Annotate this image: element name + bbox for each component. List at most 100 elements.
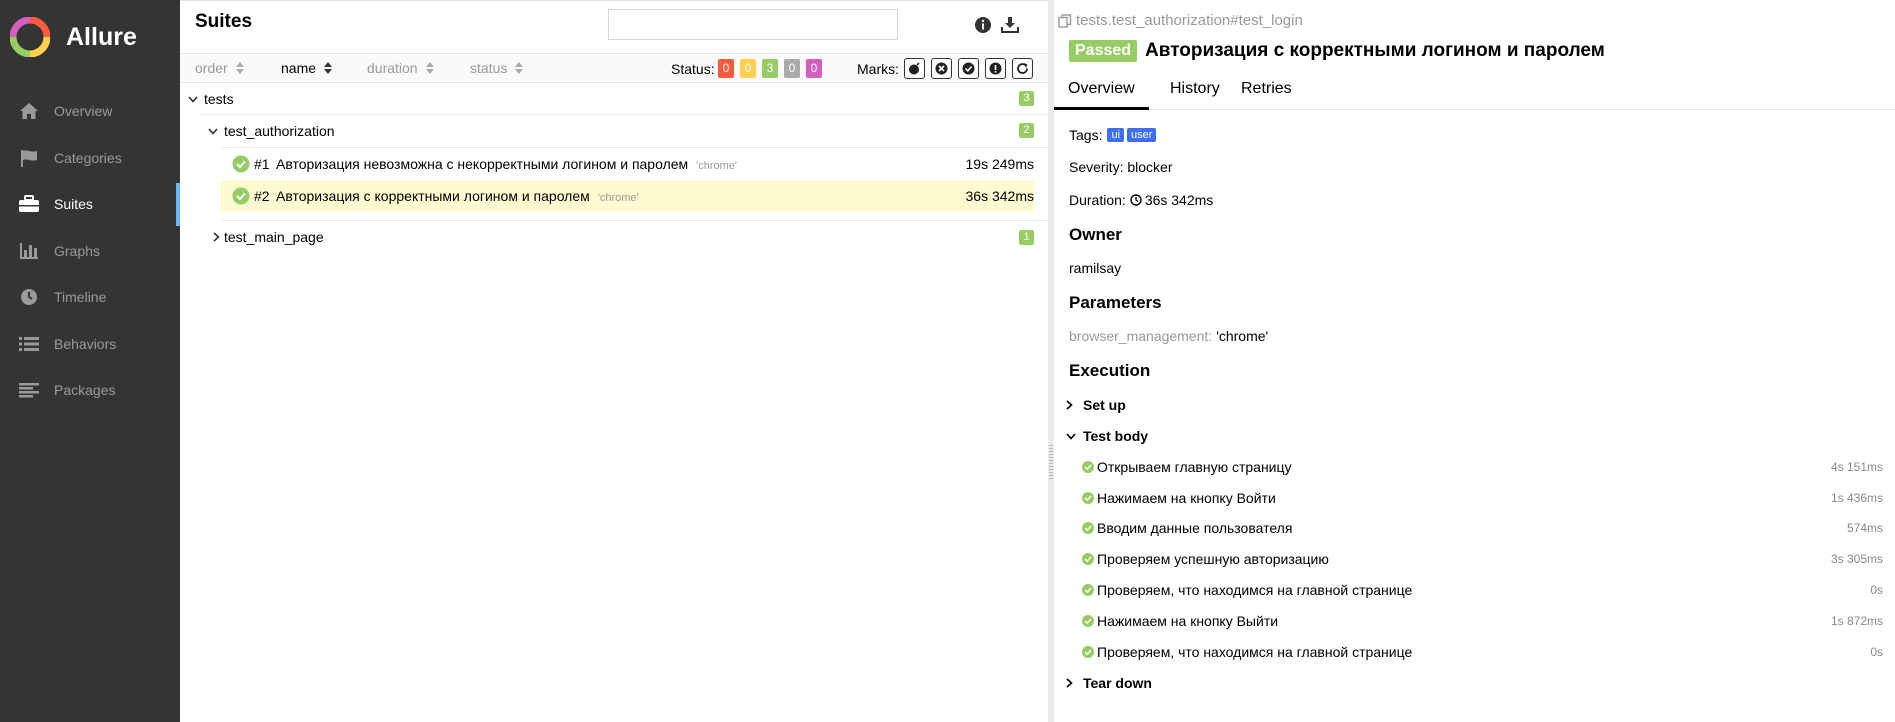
check-circle-icon <box>1082 584 1094 596</box>
tree-node-test-main-page[interactable]: test_main_page 1 <box>180 221 1048 253</box>
tree-node-test-authorization[interactable]: test_authorization 2 <box>180 115 1048 147</box>
flag-icon <box>18 147 40 169</box>
info-icon <box>975 17 991 33</box>
splitter-grip-icon[interactable] <box>1049 445 1053 479</box>
sort-duration[interactable]: duration <box>367 60 434 76</box>
parameter-key: browser_management: <box>1069 328 1213 344</box>
chevron-down-icon <box>187 93 199 105</box>
clock-icon <box>1130 194 1142 206</box>
tree-node-tests[interactable]: tests 3 <box>180 84 1048 114</box>
list-icon <box>18 333 40 355</box>
status-broken-toggle[interactable]: 0 <box>740 59 756 78</box>
tag-badge[interactable]: user <box>1127 128 1157 142</box>
step-name: Вводим данные пользователя <box>1097 520 1293 536</box>
sidebar-nav: Overview Categories Suites Graphs Timeli… <box>0 88 180 414</box>
step-row[interactable]: Нажимаем на кнопку Войти 1s 436ms <box>1082 490 1889 506</box>
test-param: 'chrome' <box>696 159 738 172</box>
tree-node-count: 3 <box>1019 91 1034 106</box>
step-duration: 0s <box>1870 583 1883 597</box>
brand[interactable]: Allure <box>10 16 137 58</box>
search-input[interactable] <box>608 9 898 40</box>
sort-order-label: order <box>195 60 228 76</box>
sidebar-item-suites[interactable]: Suites <box>0 181 180 228</box>
step-row[interactable]: Проверяем успешную авторизацию 3s 305ms <box>1082 551 1889 567</box>
sort-icon <box>235 62 244 74</box>
test-row-selected[interactable]: #2 Авторизация с корректными логином и п… <box>220 180 1034 211</box>
exclamation-circle-icon <box>989 62 1002 75</box>
sidebar-item-behaviors[interactable]: Behaviors <box>0 321 180 368</box>
setup-label: Set up <box>1083 397 1126 413</box>
copy-icon[interactable] <box>1058 13 1072 28</box>
status-badge: Passed <box>1069 40 1138 62</box>
step-row[interactable]: Вводим данные пользователя 574ms <box>1082 520 1889 536</box>
owner-heading: Owner <box>1069 225 1122 244</box>
brand-name: Allure <box>66 22 137 51</box>
page-title: Suites <box>195 11 253 32</box>
chevron-right-icon <box>1066 400 1078 410</box>
owner-value: ramilsay <box>1069 260 1122 276</box>
sort-order[interactable]: order <box>195 60 244 76</box>
step-duration: 1s 436ms <box>1830 491 1883 505</box>
status-skipped-toggle[interactable]: 0 <box>784 59 800 78</box>
step-name: Нажимаем на кнопку Выйти <box>1097 613 1279 629</box>
teardown-toggle[interactable]: Tear down <box>1066 675 1152 691</box>
step-row[interactable]: Проверяем, что находимся на главной стра… <box>1082 582 1889 598</box>
bar-chart-icon <box>18 240 40 262</box>
status-filter-label: Status: <box>671 61 715 77</box>
allure-report-app: Allure Overview Categories Suites Graphs… <box>0 0 1895 722</box>
sort-icon <box>425 62 434 74</box>
step-name: Открываем главную страницу <box>1097 459 1292 475</box>
test-name: Авторизация с корректными логином и паро… <box>276 187 590 204</box>
step-row[interactable]: Проверяем, что находимся на главной стра… <box>1082 644 1889 660</box>
sort-name-label: name <box>281 60 317 76</box>
status-unknown-toggle[interactable]: 0 <box>806 59 822 78</box>
mark-new-failed-toggle[interactable] <box>931 58 952 79</box>
mark-retries-toggle[interactable] <box>1012 58 1033 79</box>
test-title: Авторизация с корректными логином и паро… <box>1145 40 1605 61</box>
tag-badge[interactable]: ui <box>1107 128 1125 142</box>
step-name: Проверяем, что находимся на главной стра… <box>1097 644 1413 660</box>
mark-new-broken-toggle[interactable] <box>985 58 1006 79</box>
setup-toggle[interactable]: Set up <box>1066 397 1126 413</box>
download-button[interactable] <box>999 14 1021 36</box>
tab-overview[interactable]: Overview <box>1054 77 1149 110</box>
test-body-toggle[interactable]: Test body <box>1066 428 1148 444</box>
times-circle-icon <box>935 62 948 75</box>
align-left-icon <box>18 379 40 401</box>
sidebar-item-timeline[interactable]: Timeline <box>0 274 180 321</box>
tab-history[interactable]: History <box>1156 77 1234 110</box>
step-row[interactable]: Нажимаем на кнопку Выйти 1s 872ms <box>1082 613 1889 629</box>
sidebar-item-categories[interactable]: Categories <box>0 135 180 182</box>
test-detail-pane: tests.test_authorization#test_login Pass… <box>1054 0 1895 722</box>
parameter-row: browser_management: 'chrome' <box>1069 328 1268 344</box>
status-passed-toggle[interactable]: 3 <box>762 59 778 78</box>
sidebar-item-graphs[interactable]: Graphs <box>0 228 180 275</box>
duration-label: Duration: <box>1069 192 1126 208</box>
detail-tabs: Overview History Retries <box>1054 77 1895 110</box>
test-name-wrap: Авторизация невозможна с некорректными л… <box>276 156 737 172</box>
info-button[interactable] <box>972 14 994 36</box>
sidebar-item-label: Packages <box>54 382 116 399</box>
marks-filter-label: Marks: <box>857 61 899 77</box>
check-circle-icon <box>1082 615 1094 627</box>
sort-status[interactable]: status <box>470 60 524 76</box>
check-circle-icon <box>1082 553 1094 565</box>
tree-node-label: tests <box>204 91 234 107</box>
breadcrumb-text: tests.test_authorization#test_login <box>1076 12 1303 29</box>
tab-retries[interactable]: Retries <box>1227 77 1306 110</box>
sort-name[interactable]: name <box>281 60 333 76</box>
breadcrumb: tests.test_authorization#test_login <box>1058 12 1303 29</box>
tags-label: Tags: <box>1069 127 1103 143</box>
test-row[interactable]: #1 Авторизация невозможна с некорректным… <box>220 148 1048 179</box>
step-row[interactable]: Открываем главную страницу 4s 151ms <box>1082 459 1889 475</box>
sidebar-item-overview[interactable]: Overview <box>0 88 180 135</box>
sidebar-item-packages[interactable]: Packages <box>0 367 180 414</box>
mark-flaky-toggle[interactable] <box>904 58 925 79</box>
sidebar-item-label: Graphs <box>54 242 100 259</box>
status-failed-toggle[interactable]: 0 <box>718 59 734 78</box>
sidebar-item-label: Timeline <box>54 289 107 306</box>
mark-new-passed-toggle[interactable] <box>958 58 979 79</box>
sidebar-item-label: Overview <box>54 103 113 120</box>
step-name: Проверяем успешную авторизацию <box>1097 551 1329 567</box>
clock-icon <box>18 286 40 308</box>
